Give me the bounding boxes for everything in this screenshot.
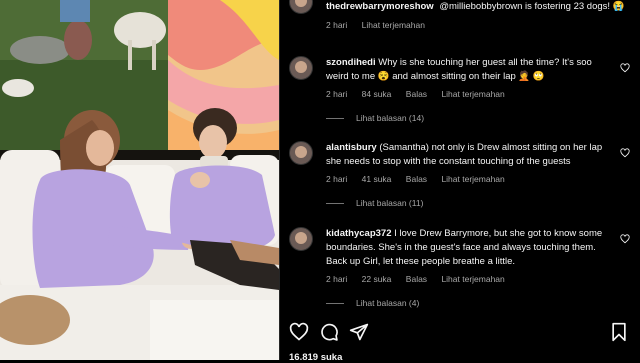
comment-time: 2 hari (326, 89, 348, 99)
like-comment-heart-icon[interactable] (620, 148, 630, 158)
panel-divider (279, 0, 280, 360)
comment-likes[interactable]: 84 suka (362, 89, 392, 99)
comment-time: 2 hari (326, 274, 348, 284)
comment-line: kidathycap372 I love Drew Barrymore, but… (326, 227, 612, 269)
comment-meta: 2 hari 22 suka Balas Lihat terjemahan (326, 274, 612, 284)
bookmark-icon[interactable] (610, 322, 628, 342)
replies-divider-line (326, 202, 344, 204)
view-replies-button[interactable]: Lihat balasan (11) (326, 198, 612, 208)
comment-translate-link[interactable]: Lihat terjemahan (441, 174, 504, 184)
avatar[interactable] (289, 56, 313, 80)
comment-time: 2 hari (326, 174, 348, 184)
comment-username[interactable]: szondihedi (326, 57, 376, 68)
view-replies-button[interactable]: Lihat balasan (4) (326, 298, 612, 308)
view-replies-label: Lihat balasan (11) (356, 198, 424, 208)
comment-line: szondihedi Why is she touching her guest… (326, 56, 612, 84)
view-replies-button[interactable]: Lihat balasan (14) (326, 113, 612, 123)
replies-divider-line (326, 117, 344, 119)
post-like-count[interactable]: 16.819 suka (289, 352, 342, 363)
caption-translate-link[interactable]: Lihat terjemahan (362, 20, 425, 30)
caption-username[interactable]: thedrewbarrymoreshow (326, 1, 434, 12)
replies-divider-line (326, 302, 344, 304)
video-frame-image (0, 0, 279, 360)
comment-icon[interactable] (319, 322, 339, 342)
heart-icon[interactable] (289, 322, 309, 342)
caption-meta: 2 hari Lihat terjemahan (326, 20, 632, 30)
post-caption: thedrewbarrymoreshow @milliebobbybrown i… (289, 0, 632, 30)
comment-item: szondihedi Why is she touching her guest… (289, 56, 632, 123)
post-media[interactable] (0, 0, 279, 360)
comment-meta: 2 hari 84 suka Balas Lihat terjemahan (326, 89, 612, 99)
view-replies-label: Lihat balasan (14) (356, 113, 425, 123)
comment-username[interactable]: kidathycap372 (326, 228, 391, 239)
comment-item: kidathycap372 I love Drew Barrymore, but… (289, 227, 632, 308)
comment-username[interactable]: alantisbury (326, 142, 377, 153)
caption-text: @milliebobbybrown is fostering 23 dogs! … (439, 1, 625, 12)
avatar[interactable] (289, 0, 313, 14)
like-comment-heart-icon[interactable] (620, 63, 630, 73)
comment-reply-button[interactable]: Balas (406, 274, 427, 284)
view-replies-label: Lihat balasan (4) (356, 298, 420, 308)
comment-translate-link[interactable]: Lihat terjemahan (441, 89, 504, 99)
comment-likes[interactable]: 41 suka (362, 174, 392, 184)
caption-line: thedrewbarrymoreshow @milliebobbybrown i… (326, 0, 632, 14)
comment-reply-button[interactable]: Balas (406, 174, 427, 184)
comment-reply-button[interactable]: Balas (406, 89, 427, 99)
post-actions-bar (289, 322, 632, 344)
comment-line: alantisbury (Samantha) not only is Drew … (326, 141, 612, 169)
avatar[interactable] (289, 227, 313, 251)
comments-panel: thedrewbarrymoreshow @milliebobbybrown i… (279, 0, 640, 363)
comment-item: alantisbury (Samantha) not only is Drew … (289, 141, 632, 208)
comment-meta: 2 hari 41 suka Balas Lihat terjemahan (326, 174, 612, 184)
comment-translate-link[interactable]: Lihat terjemahan (441, 274, 504, 284)
like-comment-heart-icon[interactable] (620, 234, 630, 244)
avatar[interactable] (289, 141, 313, 165)
caption-time: 2 hari (326, 20, 348, 30)
comment-likes[interactable]: 22 suka (362, 274, 392, 284)
share-icon[interactable] (349, 322, 369, 342)
